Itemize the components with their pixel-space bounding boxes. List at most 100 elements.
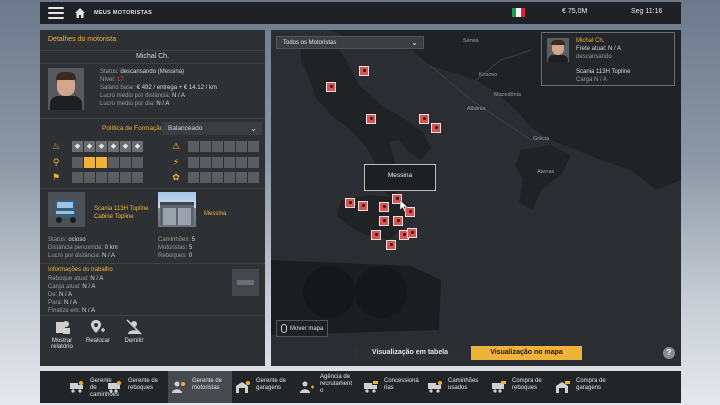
garage-drivers-label: Motoristas:	[158, 245, 188, 251]
truck-cabin: Cabine Topline	[94, 214, 134, 220]
driver-name: Michal Ch.	[135, 53, 170, 60]
nav-trailer-manager[interactable]: Gerente de reboques	[104, 371, 168, 403]
mini-driver-portrait	[547, 38, 569, 62]
nav-truck-manager[interactable]: Gerente de caminhões	[40, 371, 119, 403]
eco-skill-row	[188, 172, 259, 183]
driver-filter-dropdown[interactable]: Todos os Motoristas ⌄	[276, 36, 424, 49]
garage-icon	[236, 381, 250, 393]
nav-dealerships[interactable]: Concessioná rias	[360, 371, 424, 403]
nav-used-trucks[interactable]: Caminhões usados	[424, 371, 488, 403]
nav-driver-manager[interactable]: Gerente de motoristas	[168, 371, 232, 403]
show-report-button[interactable]: Mostrar relatório	[44, 318, 80, 350]
move-map-label: Mover mapa	[290, 325, 324, 332]
high-value-skill-row	[188, 141, 259, 152]
nav-label: motoristas	[192, 385, 220, 391]
fire-button[interactable]: Demitir	[116, 318, 152, 344]
map-city-athens: Atenas	[537, 169, 555, 175]
nav-label: Gerente de	[256, 378, 287, 384]
nav-buy-garages[interactable]: Compra de garagens	[552, 371, 617, 403]
nav-label: rias	[384, 385, 394, 391]
urgent-skill-row	[188, 157, 259, 168]
driver-salary: € 492 / entrega + € 14.12 / km	[136, 85, 217, 91]
show-report-label-2: relatório	[51, 344, 73, 350]
chevron-down-icon: ⌄	[411, 38, 418, 47]
driver-marker[interactable]	[366, 114, 376, 124]
driver-marker[interactable]	[379, 202, 389, 212]
panel-title: Detalhes do motorista	[48, 36, 117, 43]
garage-trucks-label: Caminhões:	[158, 237, 191, 243]
driver-marker[interactable]	[386, 240, 396, 250]
truck-status: ocioso	[68, 237, 86, 243]
nav-label: recrutament	[320, 381, 353, 387]
garage-trailers: 0	[188, 253, 193, 259]
driver-marker[interactable]	[326, 82, 336, 92]
nav-garage-manager[interactable]: Gerente de garagens	[232, 371, 296, 403]
nav-label: garagens	[256, 385, 282, 391]
work-cargo: N / A	[82, 284, 96, 290]
eco-skill-icon: ✿	[172, 172, 180, 182]
work-info-title: Informações do trabalho	[48, 267, 113, 273]
work-finish: N / A	[82, 308, 96, 314]
driver-marker[interactable]	[419, 114, 429, 124]
training-policy-dropdown[interactable]: Balanceado ⌄	[162, 122, 262, 135]
city-tooltip: Messina	[364, 164, 436, 191]
breadcrumb: MEUS MOTORISTAS	[94, 10, 153, 16]
mouse-icon	[281, 324, 287, 333]
nav-label: Concessioná	[384, 378, 419, 384]
map-city-greece: Grécia	[533, 136, 550, 142]
policy-label: Política de Formação:	[102, 125, 166, 132]
mini-freight: Frete atual: N / A	[576, 46, 622, 52]
relocate-button[interactable]: Realocar	[80, 318, 116, 344]
nav-label: Gerente de	[192, 378, 223, 384]
driver-mini-card[interactable]: Michal Ch. Frete atual: N / A descansand…	[541, 32, 675, 86]
profit-day-value: N / A	[156, 101, 170, 107]
italy-flag-icon	[512, 8, 525, 17]
game-clock: Seg 11:16	[631, 8, 663, 15]
nav-buy-trailers[interactable]: Compra de reboques	[488, 371, 552, 403]
truck-name: Scania 113H Topline	[94, 206, 149, 212]
truck-profit-label: Lucro por distância:	[48, 253, 101, 259]
table-view-button[interactable]: Visualização em tabela	[354, 346, 466, 360]
nav-recruitment-agency[interactable]: Agência de recrutament o	[296, 371, 360, 403]
salary-label: Salário base:	[100, 85, 136, 91]
map-city-albania: Albânia	[467, 106, 486, 112]
driver-marker[interactable]	[407, 228, 417, 238]
driver-marker[interactable]	[393, 216, 403, 226]
report-icon	[56, 321, 70, 334]
relocate-pin-icon	[91, 320, 105, 333]
move-map-button[interactable]: Mover mapa	[276, 320, 328, 337]
fragile-skill-icon: ⚑	[51, 172, 61, 182]
buy-garage-icon	[556, 381, 570, 393]
nav-label: reboques	[128, 385, 154, 391]
driver-marker[interactable]	[431, 123, 441, 133]
distance-skill-row	[72, 157, 143, 168]
work-to-label: Para:	[48, 300, 63, 306]
driver-marker[interactable]	[345, 198, 355, 208]
nav-label: Gerente de	[128, 378, 159, 384]
home-icon[interactable]	[74, 7, 86, 19]
mini-driver-name: Michal Ch.	[576, 38, 605, 44]
map-view-button[interactable]: Visualização no mapa	[471, 346, 582, 360]
dealership-icon	[364, 381, 378, 393]
garage-name: Messina	[204, 211, 227, 217]
work-from: N / A	[59, 292, 73, 298]
profit-distance-value: N / A	[172, 93, 186, 99]
driver-marker[interactable]	[379, 216, 389, 226]
chevron-down-icon: ⌄	[250, 124, 257, 133]
nav-label: Compra de	[512, 378, 542, 384]
garage-trucks: 5	[191, 237, 196, 243]
fragile-skill-row	[72, 172, 143, 183]
adr-skill-icon: ♨	[51, 141, 61, 151]
distance-skill-icon: ⚲	[52, 157, 60, 167]
recruitment-icon	[300, 381, 314, 393]
bottom-nav: Gerente de caminhões Gerente de reboques G…	[40, 371, 681, 403]
garage-image[interactable]	[158, 192, 196, 227]
help-icon[interactable]: ?	[663, 347, 675, 359]
garage-drivers: 5	[189, 245, 193, 251]
driver-marker[interactable]	[359, 66, 369, 76]
hamburger-menu-icon[interactable]	[48, 7, 64, 19]
work-cargo-label: Carga atual:	[48, 284, 81, 290]
driver-marker[interactable]	[371, 230, 381, 240]
driver-marker[interactable]	[358, 201, 368, 211]
truck-image[interactable]	[48, 192, 85, 227]
